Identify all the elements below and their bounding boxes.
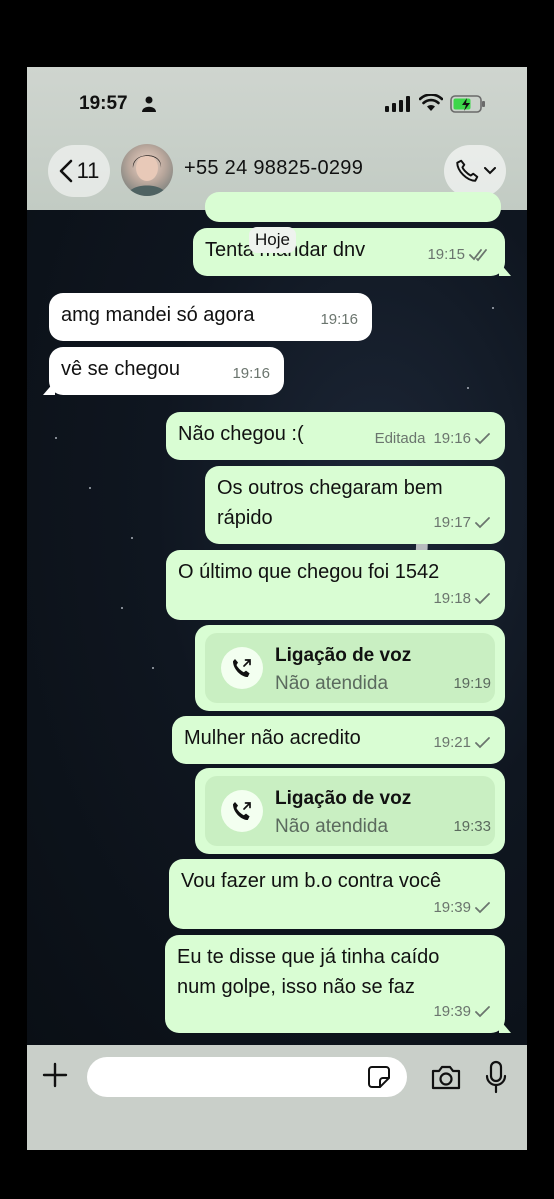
sticker-icon[interactable] <box>367 1065 391 1089</box>
check-icon <box>475 737 490 749</box>
check-icon <box>475 433 490 445</box>
status-time: 19:57 <box>79 93 128 114</box>
message-text: O último que chegou foi 1542 <box>178 561 440 583</box>
message-time: 19:19 <box>453 675 491 692</box>
edited-label: Editada <box>374 430 426 447</box>
message-meta: Editada 19:16 <box>375 424 491 454</box>
chevron-left-icon <box>59 159 72 183</box>
call-bubble[interactable]: Ligação de voz Não atendida 19:33 <box>195 768 505 854</box>
phone-icon <box>456 159 479 182</box>
signal-icon <box>385 96 410 112</box>
call-status: Não atendida <box>275 816 389 837</box>
call-card[interactable]: Ligação de voz Não atendida 19:33 <box>205 776 495 846</box>
message-time: 19:17 <box>433 514 471 531</box>
date-separator: Hoje <box>249 227 296 253</box>
call-status: Não atendida <box>275 673 389 694</box>
wifi-icon <box>419 94 443 111</box>
call-bubble[interactable]: Ligação de voz Não atendida 19:19 <box>195 625 505 711</box>
message-text-line1: Os outros chegaram bem <box>217 477 443 499</box>
call-button[interactable] <box>444 145 506 197</box>
message-meta: 19:21 <box>433 728 491 758</box>
message-bubble[interactable]: amg mandei só agora 19:16 <box>49 293 372 341</box>
message-input[interactable] <box>87 1057 407 1097</box>
chat-header: 19:57 11 +55 24 98825-0299 <box>27 67 527 210</box>
check-icon <box>475 902 490 914</box>
missed-call-icon <box>221 790 263 832</box>
avatar-photo <box>127 155 167 196</box>
message-meta: 19:15 <box>427 240 491 270</box>
message-time: 19:33 <box>453 818 491 835</box>
message-text: Não chegou :( <box>178 423 304 445</box>
mic-icon[interactable] <box>484 1060 508 1094</box>
check-icon <box>475 517 490 529</box>
person-icon <box>142 96 156 112</box>
chevron-down-icon <box>484 167 496 175</box>
message-bubble[interactable]: Eu te disse que já tinha caído num golpe… <box>165 935 511 1033</box>
contact-name[interactable]: +55 24 98825-0299 <box>184 157 363 180</box>
message-composer <box>27 1045 527 1150</box>
message-text: amg mandei só agora <box>61 304 255 326</box>
check-icon <box>475 1006 490 1018</box>
message-time: 19:16 <box>232 365 270 382</box>
message-time: 19:16 <box>433 430 471 447</box>
missed-call-icon <box>221 647 263 689</box>
message-bubble-partial[interactable] <box>205 192 501 222</box>
message-bubble[interactable]: Os outros chegaram bem rápido 19:17 <box>205 466 505 544</box>
message-text: vê se chegou <box>61 358 180 380</box>
call-title: Ligação de voz <box>275 645 412 666</box>
call-card[interactable]: Ligação de voz Não atendida 19:19 <box>205 633 495 703</box>
contact-avatar[interactable] <box>121 144 173 196</box>
camera-icon[interactable] <box>430 1063 462 1091</box>
unread-count: 11 <box>76 158 100 183</box>
message-time: 19:39 <box>433 899 471 916</box>
message-text: Mulher não acredito <box>184 727 361 749</box>
message-meta: 19:39 <box>433 997 491 1027</box>
message-meta: 19:17 <box>433 508 491 538</box>
message-time: 19:39 <box>433 1003 471 1020</box>
message-text-line2: num golpe, isso não se faz <box>177 976 415 998</box>
message-meta: 19:16 <box>232 359 270 389</box>
message-bubble[interactable]: Mulher não acredito 19:21 <box>172 716 505 764</box>
back-button[interactable]: 11 <box>48 145 110 197</box>
battery-icon <box>450 95 485 113</box>
double-check-icon <box>469 249 487 262</box>
plus-icon[interactable] <box>41 1061 69 1089</box>
message-time: 19:16 <box>320 311 358 328</box>
message-text-line2: rápido <box>217 507 273 529</box>
message-text-line1: Eu te disse que já tinha caído <box>177 946 440 968</box>
message-bubble[interactable]: vê se chegou 19:16 <box>43 347 284 395</box>
call-title: Ligação de voz <box>275 788 412 809</box>
message-bubble[interactable]: O último que chegou foi 1542 19:18 <box>166 550 505 620</box>
message-time: 19:21 <box>433 734 471 751</box>
message-bubble[interactable]: Vou fazer um b.o contra você 19:39 <box>169 859 505 929</box>
message-meta: 19:16 <box>320 305 358 335</box>
check-icon <box>475 593 490 605</box>
message-time: 19:15 <box>427 246 465 263</box>
message-bubble[interactable]: Tenta mandar dnv 19:15 <box>193 228 511 276</box>
chat-screen: 19:57 11 +55 24 98825-0299 Tenta dnv 19:… <box>27 67 527 1150</box>
message-bubble[interactable]: Não chegou :( Editada 19:16 <box>166 412 505 460</box>
message-time: 19:18 <box>433 590 471 607</box>
status-bar: 19:57 <box>27 67 527 141</box>
message-text: Vou fazer um b.o contra você <box>181 870 442 892</box>
message-meta: 19:39 <box>433 893 491 923</box>
message-meta: 19:18 <box>433 584 491 614</box>
